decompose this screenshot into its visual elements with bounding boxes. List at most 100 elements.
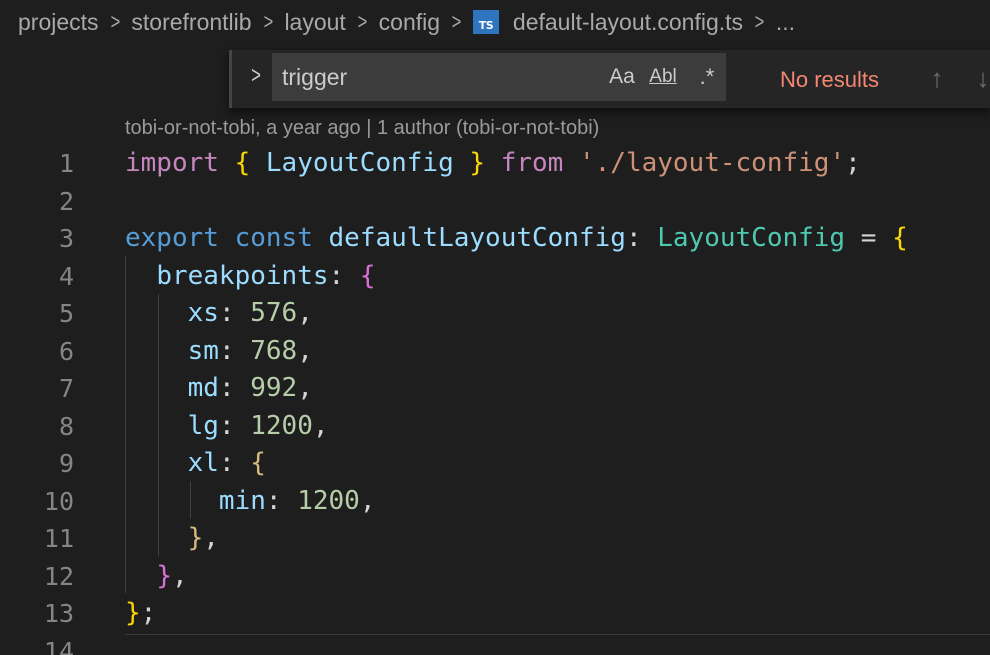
current-line-border xyxy=(125,634,990,635)
code-text[interactable]: }, xyxy=(125,558,188,596)
code-token: : xyxy=(328,260,360,291)
breadcrumb-item-storefrontlib[interactable]: storefrontlib xyxy=(131,9,251,36)
code-token: LayoutConfig xyxy=(265,148,454,178)
line-number: 4 xyxy=(58,261,74,291)
code-token: , xyxy=(297,335,313,366)
code-text[interactable]: export const defaultLayoutConfig: Layout… xyxy=(125,220,908,258)
code-token: } xyxy=(187,523,204,553)
line-number: 3 xyxy=(58,224,74,253)
code-token: md xyxy=(187,373,219,403)
code-line[interactable]: 11 }, xyxy=(0,520,990,558)
code-token: ; xyxy=(140,598,157,628)
chevron-right-icon: > xyxy=(263,9,273,34)
line-number: 8 xyxy=(58,411,74,441)
code-token: lg xyxy=(187,410,219,441)
code-line[interactable]: 10 min: 1200, xyxy=(0,483,990,521)
code-line[interactable]: 5 xs: 576, xyxy=(0,295,990,333)
code-line[interactable]: 3 export const defaultLayoutConfig: Layou… xyxy=(0,220,990,258)
code-token: : xyxy=(218,335,251,366)
code-line[interactable]: 6 sm: 768, xyxy=(0,333,990,371)
code-token: min xyxy=(218,485,266,516)
code-text[interactable]: min: 1200, xyxy=(125,483,376,521)
code-token: { xyxy=(234,148,251,178)
code-text[interactable]: md: 992, xyxy=(125,370,313,408)
code-token: , xyxy=(171,560,188,591)
code-token: sm xyxy=(187,335,219,366)
next-match-arrow-icon[interactable]: ↓ xyxy=(969,63,990,93)
code-editor[interactable]: 1 import { LayoutConfig } from './layout-… xyxy=(0,145,990,655)
code-line[interactable]: 9 xl: { xyxy=(0,445,990,483)
code-token: : xyxy=(218,298,251,328)
code-token: export xyxy=(125,223,219,253)
code-token: defaultLayoutConfig xyxy=(328,223,626,253)
find-input-box: Aa Abl .* No results ↑ ↓ ☰ xyxy=(272,53,990,101)
code-token: './layout-config' xyxy=(578,148,846,178)
code-line[interactable]: 14 xyxy=(0,633,990,655)
toggle-replace-chevron-icon[interactable]: > xyxy=(248,62,265,90)
regex-icon[interactable]: .* xyxy=(690,53,724,101)
code-line[interactable]: 8 lg: 1200, xyxy=(0,408,990,446)
find-widget: > Aa Abl .* No results ↑ ↓ ☰ xyxy=(229,50,990,108)
code-token: 576 xyxy=(250,298,298,328)
code-text[interactable]: }, xyxy=(125,520,219,558)
code-token: = xyxy=(845,223,893,253)
whole-word-icon[interactable]: Abl xyxy=(646,53,680,101)
code-line[interactable]: 4 breakpoints: { xyxy=(0,258,990,296)
code-text[interactable]: import { LayoutConfig } from './layout-c… xyxy=(125,145,861,183)
code-token: { xyxy=(359,260,376,291)
code-token: : xyxy=(625,223,658,253)
code-token: , xyxy=(312,410,329,441)
code-text[interactable]: sm: 768, xyxy=(125,333,313,371)
code-token: { xyxy=(250,448,266,478)
code-token: : xyxy=(218,448,251,478)
code-line[interactable]: 7 md: 992, xyxy=(0,370,990,408)
code-token: : xyxy=(265,485,298,516)
breadcrumb-item-layout[interactable]: layout xyxy=(284,9,345,36)
breadcrumb-item-config[interactable]: config xyxy=(379,9,440,36)
line-number: 7 xyxy=(58,374,74,403)
code-text[interactable]: }; xyxy=(125,595,156,633)
line-number: 10 xyxy=(43,486,74,516)
code-token: , xyxy=(297,373,313,403)
code-line[interactable]: 13}; xyxy=(0,595,990,633)
previous-match-arrow-icon[interactable]: ↑ xyxy=(923,63,951,93)
git-blame-codelens[interactable]: tobi-or-not-tobi, a year ago | 1 author … xyxy=(125,117,599,140)
code-token: from xyxy=(500,148,564,178)
code-line[interactable]: 2 xyxy=(0,183,990,221)
code-token: 992 xyxy=(250,373,298,403)
code-token: : xyxy=(218,410,251,441)
code-text[interactable]: breakpoints: { xyxy=(125,258,375,296)
code-token: 1200 xyxy=(250,410,313,441)
code-token: LayoutConfig xyxy=(657,223,846,253)
code-line[interactable]: 12 }, xyxy=(0,558,990,596)
find-status: No results xyxy=(780,67,880,92)
line-number: 11 xyxy=(43,524,74,553)
line-number: 14 xyxy=(43,636,74,655)
code-token: ; xyxy=(845,148,861,178)
line-number: 6 xyxy=(58,336,74,366)
breadcrumb-item-symbols[interactable]: ... xyxy=(776,9,795,36)
code-token: , xyxy=(203,523,219,553)
code-text[interactable]: xl: { xyxy=(125,445,266,483)
breadcrumb-item-file[interactable]: default-layout.config.ts xyxy=(513,9,743,36)
code-text[interactable]: lg: 1200, xyxy=(125,408,329,446)
code-token: breakpoints xyxy=(156,260,329,291)
code-token: , xyxy=(359,485,376,516)
code-line[interactable]: 1 import { LayoutConfig } from './layout-… xyxy=(0,145,990,183)
breadcrumb: projects > storefrontlib > layout > conf… xyxy=(18,0,795,44)
match-case-icon[interactable]: Aa xyxy=(606,53,638,101)
breadcrumb-item-projects[interactable]: projects xyxy=(18,9,99,36)
code-text[interactable]: xs: 576, xyxy=(125,295,313,333)
code-token: const xyxy=(234,223,313,253)
chevron-right-icon: > xyxy=(110,9,120,34)
